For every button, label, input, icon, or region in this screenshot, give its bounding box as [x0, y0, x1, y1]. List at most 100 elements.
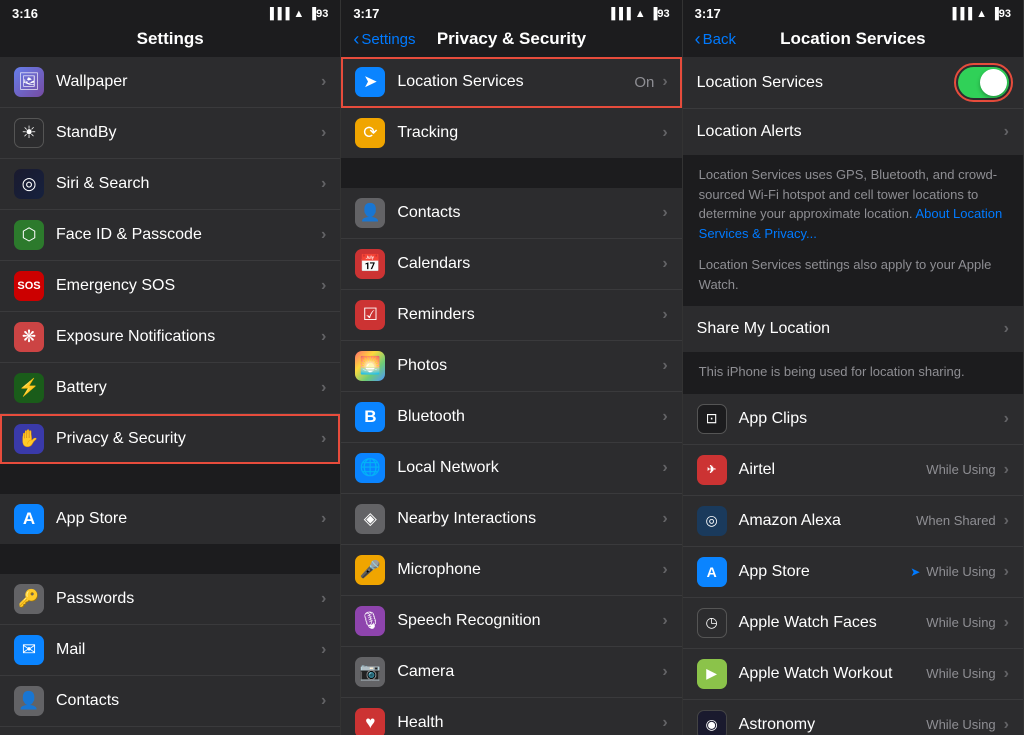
- battery-icon: ▐93: [308, 8, 328, 20]
- chevron-alexa: ›: [1004, 512, 1009, 530]
- chevron-astronomy: ›: [1004, 716, 1009, 734]
- passwords-label: Passwords: [56, 590, 321, 608]
- settings-item-exposure[interactable]: ❋ Exposure Notifications ›: [0, 312, 340, 363]
- battery-label: Battery: [56, 379, 321, 397]
- privacy-item-bluetooth[interactable]: B Bluetooth ›: [341, 392, 681, 443]
- settings-item-faceid[interactable]: ⬡ Face ID & Passcode ›: [0, 210, 340, 261]
- battery-icon-item: ⚡: [14, 373, 44, 403]
- section-location-tracking: ➤ Location Services On › ⟳ Tracking ›: [341, 57, 681, 158]
- chevron-battery: ›: [321, 379, 326, 397]
- battery-icon-3: ▐93: [991, 8, 1011, 20]
- watchfaces-icon: ◷: [697, 608, 727, 638]
- chevron-airtel: ›: [1004, 461, 1009, 479]
- chevron-contacts: ›: [321, 692, 326, 710]
- privacy-item-localnet[interactable]: 🌐 Local Network ›: [341, 443, 681, 494]
- location-app-appclips[interactable]: ⊡ App Clips ›: [683, 394, 1023, 445]
- privacy-item-contacts[interactable]: 👤 Contacts ›: [341, 188, 681, 239]
- chevron-appstore: ›: [321, 510, 326, 528]
- privacy-item-calendars[interactable]: 📅 Calendars ›: [341, 239, 681, 290]
- exposure-icon: ❋: [14, 322, 44, 352]
- panel-location: 3:17 ▐▐▐ ▲ ▐93 ‹ Back Location Services …: [683, 0, 1024, 735]
- localnet-label: Local Network: [397, 459, 662, 477]
- privacy-item-reminders[interactable]: ☑ Reminders ›: [341, 290, 681, 341]
- nav-title-1: Settings: [137, 29, 204, 49]
- signal-icon-2: ▐▐▐: [607, 8, 630, 20]
- location-app-astronomy[interactable]: ◉ Astronomy While Using ›: [683, 700, 1023, 735]
- section-ls-toggle: Location Services Location Alerts ›: [683, 57, 1023, 155]
- privacy-item-health[interactable]: ♥ Health ›: [341, 698, 681, 735]
- section-appstore: A App Store ›: [0, 494, 340, 544]
- settings-item-calendar[interactable]: 📅 Calendar ›: [0, 727, 340, 735]
- chevron-health: ›: [662, 714, 667, 732]
- wallpaper-label: Wallpaper: [56, 73, 321, 91]
- astronomy-value: While Using: [926, 717, 995, 732]
- battery-icon-2: ▐93: [650, 8, 670, 20]
- microphone-icon: 🎤: [355, 555, 385, 585]
- back-button-3[interactable]: ‹ Back: [695, 29, 736, 50]
- location-app-appstore[interactable]: A App Store ➤ While Using ›: [683, 547, 1023, 598]
- privacy-item-nearby[interactable]: ◈ Nearby Interactions ›: [341, 494, 681, 545]
- settings-item-standby[interactable]: ☀ StandBy ›: [0, 108, 340, 159]
- privacy-list: ➤ Location Services On › ⟳ Tracking ›: [341, 57, 681, 735]
- settings-item-passwords[interactable]: 🔑 Passwords ›: [0, 574, 340, 625]
- speech-icon: 🎙: [355, 606, 385, 636]
- back-label-3: Back: [703, 31, 736, 48]
- mail-label: Mail: [56, 641, 321, 659]
- section-main: 🖼 Wallpaper › ☀ StandBy › ◎: [0, 57, 340, 464]
- location-alerts-label: Location Alerts: [697, 123, 802, 141]
- privacy-item-microphone[interactable]: 🎤 Microphone ›: [341, 545, 681, 596]
- chevron-privacy: ›: [321, 430, 326, 448]
- settings-item-privacy[interactable]: ✋ Privacy & Security ›: [0, 414, 340, 464]
- chevron-reminders2: ›: [662, 306, 667, 324]
- privacy-item-speech[interactable]: 🎙 Speech Recognition ›: [341, 596, 681, 647]
- tracking-label: Tracking: [397, 124, 662, 142]
- chevron-alerts: ›: [1004, 123, 1009, 141]
- settings-item-siri[interactable]: ◎ Siri & Search ›: [0, 159, 340, 210]
- privacy-item-tracking[interactable]: ⟳ Tracking ›: [341, 108, 681, 158]
- status-icons-2: ▐▐▐ ▲ ▐93: [607, 8, 669, 20]
- passwords-icon: 🔑: [14, 584, 44, 614]
- privacy-item-camera[interactable]: 📷 Camera ›: [341, 647, 681, 698]
- settings-item-wallpaper[interactable]: 🖼 Wallpaper ›: [0, 57, 340, 108]
- privacy-item-photos[interactable]: 🌅 Photos ›: [341, 341, 681, 392]
- chevron-camera: ›: [662, 663, 667, 681]
- status-icons-1: ▐▐▐ ▲ ▐93: [266, 8, 328, 20]
- back-button-2[interactable]: ‹ Settings: [353, 29, 415, 50]
- chevron-localnet: ›: [662, 459, 667, 477]
- section-apps-location: ⊡ App Clips › ✈ Airtel While Using › ◎ A…: [683, 394, 1023, 735]
- location-app-watchfaces[interactable]: ◷ Apple Watch Faces While Using ›: [683, 598, 1023, 649]
- time-3: 3:17: [695, 6, 721, 21]
- camera-icon: 📷: [355, 657, 385, 687]
- chevron-contacts2: ›: [662, 204, 667, 222]
- appstore2-label: App Store: [739, 563, 810, 581]
- wifi-icon-3: ▲: [976, 8, 987, 20]
- location-services-toggle[interactable]: [958, 67, 1009, 98]
- astronomy-icon: ◉: [697, 710, 727, 735]
- location-toggle-label: Location Services: [697, 74, 823, 92]
- settings-item-contacts[interactable]: 👤 Contacts ›: [0, 676, 340, 727]
- location-app-watchworkout[interactable]: ▶ Apple Watch Workout While Using ›: [683, 649, 1023, 700]
- chevron-tracking: ›: [662, 124, 667, 142]
- privacy-icon: ✋: [14, 424, 44, 454]
- health-icon: ♥: [355, 708, 385, 735]
- settings-item-battery[interactable]: ⚡ Battery ›: [0, 363, 340, 414]
- location-alerts-row[interactable]: Location Alerts ›: [683, 109, 1023, 155]
- time-1: 3:16: [12, 6, 38, 21]
- settings-item-sos[interactable]: SOS Emergency SOS ›: [0, 261, 340, 312]
- airtel-value: While Using: [926, 462, 995, 477]
- standby-label: StandBy: [56, 124, 321, 142]
- location-app-alexa[interactable]: ◎ Amazon Alexa When Shared ›: [683, 496, 1023, 547]
- exposure-label: Exposure Notifications: [56, 328, 321, 346]
- wifi-icon: ▲: [293, 8, 304, 20]
- section-apps: 🔑 Passwords › ✉ Mail › 👤: [0, 574, 340, 735]
- faceid-icon: ⬡: [14, 220, 44, 250]
- wallpaper-icon: 🖼: [14, 67, 44, 97]
- location-app-airtel[interactable]: ✈ Airtel While Using ›: [683, 445, 1023, 496]
- toggle-knob: [980, 69, 1007, 96]
- privacy-label: Privacy & Security: [56, 430, 321, 448]
- privacy-item-location[interactable]: ➤ Location Services On ›: [341, 57, 681, 108]
- share-location-row[interactable]: Share My Location ›: [683, 306, 1023, 352]
- mail-icon: ✉: [14, 635, 44, 665]
- settings-item-appstore[interactable]: A App Store ›: [0, 494, 340, 544]
- settings-item-mail[interactable]: ✉ Mail ›: [0, 625, 340, 676]
